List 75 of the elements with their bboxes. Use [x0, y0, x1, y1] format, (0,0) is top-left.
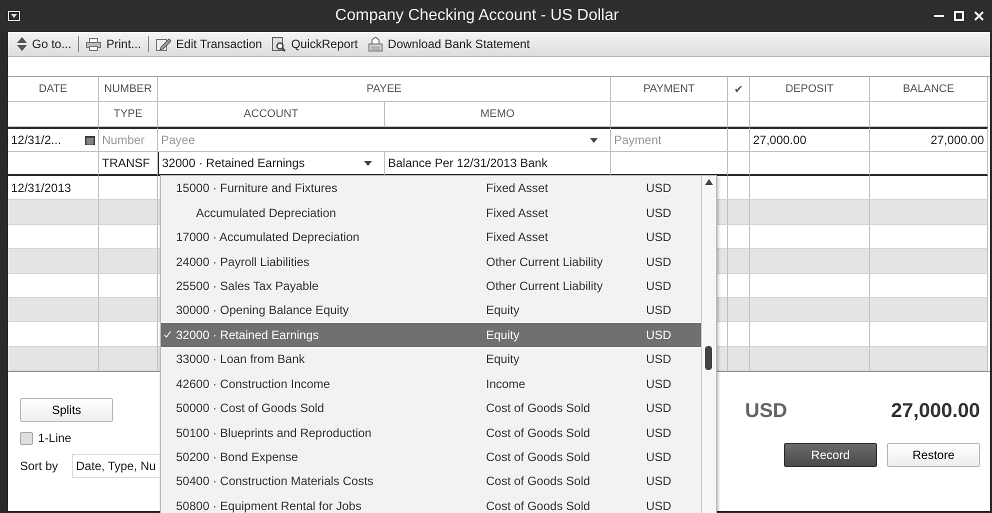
toolbar-button[interactable]: Edit Transaction — [151, 33, 268, 55]
dropdown-item[interactable]: 42600 · Construction Income Income USD — [161, 372, 701, 396]
payment-field[interactable]: Payment — [611, 127, 728, 152]
date-cell: 12/31/2013 — [8, 176, 99, 200]
toolbar-button[interactable]: Download Bank Statement — [362, 33, 535, 55]
column-header: ACCOUNT — [158, 102, 385, 127]
checkbox-label: 1-Line — [38, 431, 72, 446]
table-cell — [99, 176, 158, 200]
toolbar-button[interactable]: Print... — [81, 33, 146, 55]
scroll-up-arrow-icon[interactable] — [705, 179, 713, 185]
dropdown-item[interactable]: 50000 · Cost of Goods Sold Cost of Goods Sold USD — [161, 396, 701, 420]
table-cell — [728, 127, 750, 152]
dropdown-item[interactable]: Accumulated Depreciation Fixed Asset USD — [161, 200, 701, 225]
column-header: PAYMENT — [611, 77, 728, 102]
splits-button[interactable]: Splits — [20, 398, 113, 422]
window-menu-icon[interactable] — [8, 11, 20, 21]
deposit-field[interactable]: 27,000.00 — [750, 127, 870, 152]
date-field[interactable]: 12/31/2... — [8, 127, 99, 152]
dropdown-arrow-icon[interactable] — [590, 138, 598, 142]
table-cell — [99, 249, 158, 274]
close-icon[interactable] — [974, 11, 984, 21]
checkbox[interactable] — [20, 432, 33, 445]
column-header: NUMBER — [99, 77, 158, 102]
column-header: ✔ — [728, 77, 750, 102]
dropdown-item[interactable]: 15000 · Furniture and Fixtures Fixed Asset USD — [161, 176, 701, 200]
toolbar-button[interactable]: Go to... — [12, 33, 76, 55]
toolbar-button[interactable]: QuickReport — [267, 33, 363, 55]
account-field[interactable]: 32000 · Retained Earnings — [158, 152, 385, 176]
scroll-thumb[interactable] — [705, 346, 712, 370]
table-cell — [728, 152, 750, 176]
dropdown-item[interactable]: 50800 · Equipment Rental for Jobs Cost of Goods Sold USD — [161, 494, 701, 513]
memo-field[interactable]: Balance Per 12/31/2013 Bank — [385, 152, 611, 176]
scrollbar[interactable] — [701, 176, 716, 513]
table-cell — [99, 298, 158, 322]
download-tray-icon — [368, 36, 383, 52]
number-input[interactable]: Number — [102, 133, 154, 147]
printer-icon — [86, 38, 102, 50]
table-cell — [99, 200, 158, 225]
table-cell — [99, 224, 158, 250]
column-header: DATE — [8, 77, 99, 102]
payment-input[interactable]: Payment — [614, 133, 724, 147]
number-field[interactable]: Number — [99, 127, 158, 152]
column-header: DEPOSIT — [750, 77, 870, 102]
column-header: TYPE — [99, 102, 158, 127]
up-down-arrows-icon — [17, 37, 27, 51]
dropdown-item[interactable]: 50100 · Blueprints and Reproduction Cost of Goods Sold USD — [161, 420, 701, 445]
restore-button[interactable]: Restore — [887, 443, 980, 468]
table-cell — [99, 346, 158, 372]
dropdown-item[interactable]: 33000 · Loan from Bank Equity USD — [161, 347, 701, 372]
payee-input[interactable]: Payee — [161, 133, 586, 147]
table-cell — [99, 274, 158, 298]
dropdown-arrow-icon[interactable] — [364, 160, 372, 166]
record-button[interactable]: Record — [784, 443, 877, 468]
column-header: PAYEE — [158, 77, 611, 102]
dropdown-item[interactable]: 17000 · Accumulated Depreciation Fixed Asset USD — [161, 224, 701, 250]
pencil-document-icon — [156, 37, 172, 51]
maximize-icon[interactable] — [954, 11, 964, 21]
currency-label: USD — [745, 400, 788, 424]
report-magnifier-icon — [272, 36, 286, 52]
ending-balance: 27,000.00 — [891, 400, 980, 424]
dropdown-item[interactable]: 25500 · Sales Tax Payable Other Current Liability USD — [161, 274, 701, 298]
table-cell — [728, 102, 750, 127]
type-cell: TRANSF — [99, 152, 158, 176]
checkmark-icon — [164, 331, 170, 338]
dropdown-item[interactable]: 32000 · Retained Earnings Equity USD — [161, 322, 701, 348]
balance-cell: 27,000.00 — [870, 127, 988, 152]
window-title: Company Checking Account - US Dollar — [334, 7, 620, 25]
column-header: MEMO — [385, 102, 611, 127]
sort-label: Sort by — [20, 459, 58, 474]
column-header: BALANCE — [870, 77, 988, 102]
payee-field[interactable]: Payee — [158, 127, 611, 152]
dropdown-item[interactable]: 30000 · Opening Balance Equity Equity USD — [161, 298, 701, 323]
dropdown-item[interactable]: 24000 · Payroll Liabilities Other Current Liability USD — [161, 249, 701, 274]
calendar-icon[interactable] — [85, 135, 95, 145]
table-cell — [99, 322, 158, 347]
